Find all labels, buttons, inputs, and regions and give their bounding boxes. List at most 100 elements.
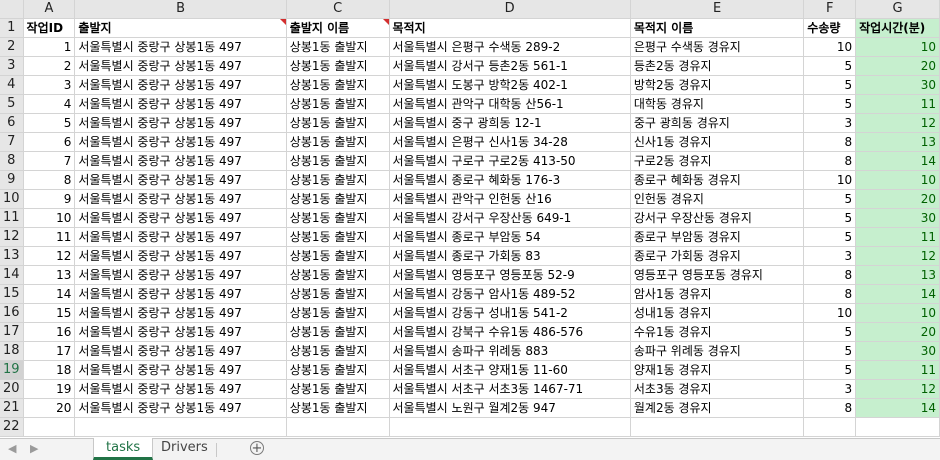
row-number[interactable]: 19 — [0, 360, 24, 380]
row-number[interactable]: 11 — [0, 208, 24, 228]
header-cell[interactable]: 작업ID — [23, 18, 76, 38]
row-number[interactable]: 3 — [0, 56, 24, 76]
cell-qty[interactable]: 5 — [803, 208, 857, 228]
cell-dest[interactable]: 서울특별시 강동구 암사1동 489-52 — [389, 284, 631, 304]
cell-time[interactable]: 12 — [855, 113, 940, 133]
cell-table[interactable]: A B C D E F G 1 작업ID 출발지 출발지 이름 목적지 목적지 이름 수송량 작업시간(분)… — [0, 0, 940, 437]
cell-id[interactable]: 15 — [23, 303, 76, 323]
header-cell[interactable]: 작업시간(분) — [855, 18, 940, 38]
cell-id[interactable]: 1 — [23, 37, 76, 57]
cell-origin-name[interactable]: 상봉1동 출발지 — [286, 341, 390, 361]
cell-dest-name[interactable]: 등촌2동 경유지 — [630, 56, 805, 76]
row-number[interactable]: 12 — [0, 227, 24, 247]
cell-dest-name[interactable]: 은평구 수색동 경유지 — [630, 37, 805, 57]
cell-id[interactable]: 4 — [23, 94, 76, 114]
cell-dest-name[interactable]: 신사1동 경유지 — [630, 132, 805, 152]
row-number[interactable]: 15 — [0, 284, 24, 304]
cell-id[interactable]: 11 — [23, 227, 76, 247]
cell-id[interactable]: 13 — [23, 265, 76, 285]
cell-dest[interactable]: 서울특별시 종로구 부암동 54 — [389, 227, 631, 247]
column-header-c[interactable]: C — [286, 0, 390, 19]
cell-qty[interactable]: 8 — [803, 151, 857, 171]
cell-origin-name[interactable]: 상봉1동 출발지 — [286, 75, 390, 95]
row-number[interactable]: 9 — [0, 170, 24, 190]
cell-origin-name[interactable]: 상봉1동 출발지 — [286, 56, 390, 76]
cell-dest[interactable]: 서울특별시 영등포구 영등포동 52-9 — [389, 265, 631, 285]
cell-dest[interactable]: 서울특별시 종로구 가회동 83 — [389, 246, 631, 266]
row-number[interactable]: 2 — [0, 37, 24, 57]
cell-qty[interactable]: 8 — [803, 398, 857, 418]
cell-dest-name[interactable]: 수유1동 경유지 — [630, 322, 805, 342]
cell-id[interactable]: 9 — [23, 189, 76, 209]
cell-dest[interactable]: 서울특별시 중구 광희동 12-1 — [389, 113, 631, 133]
cell-origin[interactable]: 서울특별시 중랑구 상봉1동 497 — [74, 246, 287, 266]
cell-origin-name[interactable]: 상봉1동 출발지 — [286, 37, 390, 57]
cell-time[interactable]: 30 — [855, 75, 940, 95]
row-number[interactable]: 13 — [0, 246, 24, 266]
cell-origin[interactable]: 서울특별시 중랑구 상봉1동 497 — [74, 208, 287, 228]
empty-cell[interactable] — [23, 417, 76, 437]
cell-dest[interactable]: 서울특별시 강서구 등촌2동 561-1 — [389, 56, 631, 76]
cell-qty[interactable]: 5 — [803, 94, 857, 114]
cell-time[interactable]: 10 — [855, 303, 940, 323]
cell-origin[interactable]: 서울특별시 중랑구 상봉1동 497 — [74, 132, 287, 152]
cell-dest[interactable]: 서울특별시 구로구 구로2동 413-50 — [389, 151, 631, 171]
cell-time[interactable]: 30 — [855, 341, 940, 361]
cell-dest-name[interactable]: 양재1동 경유지 — [630, 360, 805, 380]
cell-origin-name[interactable]: 상봉1동 출발지 — [286, 303, 390, 323]
cell-id[interactable]: 16 — [23, 322, 76, 342]
cell-dest[interactable]: 서울특별시 도봉구 방학2동 402-1 — [389, 75, 631, 95]
cell-dest-name[interactable]: 서초3동 경유지 — [630, 379, 805, 399]
cell-time[interactable]: 12 — [855, 379, 940, 399]
cell-time[interactable]: 10 — [855, 37, 940, 57]
cell-origin[interactable]: 서울특별시 중랑구 상봉1동 497 — [74, 265, 287, 285]
cell-dest[interactable]: 서울특별시 강북구 수유1동 486-576 — [389, 322, 631, 342]
cell-origin-name[interactable]: 상봉1동 출발지 — [286, 246, 390, 266]
cell-dest[interactable]: 서울특별시 은평구 신사1동 34-28 — [389, 132, 631, 152]
cell-dest[interactable]: 서울특별시 서초구 서초3동 1467-71 — [389, 379, 631, 399]
cell-id[interactable]: 6 — [23, 132, 76, 152]
empty-cell[interactable] — [803, 417, 857, 437]
spreadsheet-grid[interactable]: A B C D E F G 1 작업ID 출발지 출발지 이름 목적지 목적지 이름 수송량 작업시간(분)… — [0, 0, 940, 438]
column-header-d[interactable]: D — [389, 0, 631, 19]
empty-cell[interactable] — [286, 417, 390, 437]
row-number[interactable]: 16 — [0, 303, 24, 323]
cell-dest[interactable]: 서울특별시 강동구 성내1동 541-2 — [389, 303, 631, 323]
cell-origin-name[interactable]: 상봉1동 출발지 — [286, 151, 390, 171]
cell-qty[interactable]: 3 — [803, 379, 857, 399]
cell-time[interactable]: 20 — [855, 189, 940, 209]
cell-time[interactable]: 20 — [855, 322, 940, 342]
cell-origin[interactable]: 서울특별시 중랑구 상봉1동 497 — [74, 94, 287, 114]
cell-dest-name[interactable]: 종로구 혜화동 경유지 — [630, 170, 805, 190]
cell-origin[interactable]: 서울특별시 중랑구 상봉1동 497 — [74, 75, 287, 95]
cell-origin-name[interactable]: 상봉1동 출발지 — [286, 94, 390, 114]
sheet-tab-drivers[interactable]: Drivers — [149, 438, 220, 460]
cell-origin-name[interactable]: 상봉1동 출발지 — [286, 132, 390, 152]
cell-qty[interactable]: 10 — [803, 303, 857, 323]
cell-time[interactable]: 10 — [855, 170, 940, 190]
cell-origin[interactable]: 서울특별시 중랑구 상봉1동 497 — [74, 360, 287, 380]
cell-origin-name[interactable]: 상봉1동 출발지 — [286, 284, 390, 304]
cell-dest-name[interactable]: 인헌동 경유지 — [630, 189, 805, 209]
cell-id[interactable]: 12 — [23, 246, 76, 266]
cell-id[interactable]: 8 — [23, 170, 76, 190]
cell-qty[interactable]: 8 — [803, 265, 857, 285]
cell-id[interactable]: 2 — [23, 56, 76, 76]
cell-origin[interactable]: 서울특별시 중랑구 상봉1동 497 — [74, 37, 287, 57]
row-number[interactable]: 18 — [0, 341, 24, 361]
cell-qty[interactable]: 8 — [803, 284, 857, 304]
cell-dest-name[interactable]: 암사1동 경유지 — [630, 284, 805, 304]
row-number[interactable]: 4 — [0, 75, 24, 95]
row-number[interactable]: 6 — [0, 113, 24, 133]
cell-dest[interactable]: 서울특별시 관악구 대학동 산56-1 — [389, 94, 631, 114]
cell-origin-name[interactable]: 상봉1동 출발지 — [286, 208, 390, 228]
cell-dest-name[interactable]: 월계2동 경유지 — [630, 398, 805, 418]
cell-origin-name[interactable]: 상봉1동 출발지 — [286, 227, 390, 247]
cell-qty[interactable]: 8 — [803, 132, 857, 152]
cell-origin[interactable]: 서울특별시 중랑구 상봉1동 497 — [74, 56, 287, 76]
cell-origin[interactable]: 서울특별시 중랑구 상봉1동 497 — [74, 303, 287, 323]
cell-qty[interactable]: 5 — [803, 360, 857, 380]
cell-dest[interactable]: 서울특별시 종로구 혜화동 176-3 — [389, 170, 631, 190]
cell-origin-name[interactable]: 상봉1동 출발지 — [286, 170, 390, 190]
header-cell[interactable]: 수송량 — [803, 18, 857, 38]
